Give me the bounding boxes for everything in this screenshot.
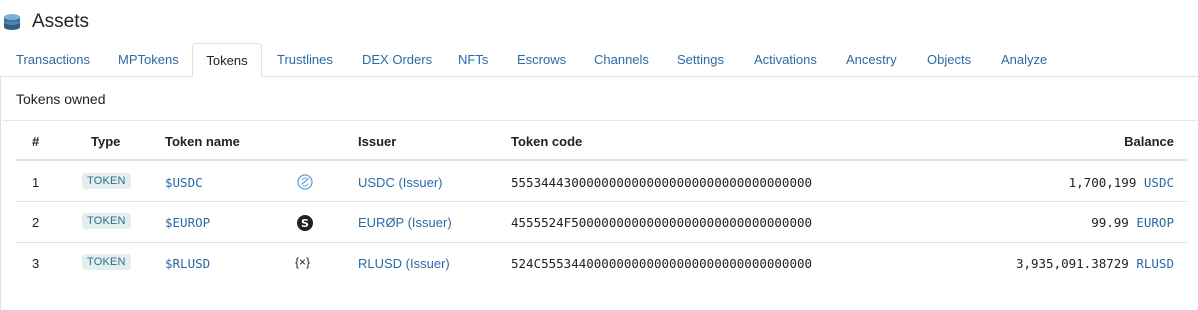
- page-header: Assets: [0, 8, 89, 36]
- row-index: 3: [32, 256, 40, 271]
- token-code: 5553444300000000000000000000000000000000: [511, 175, 813, 190]
- column-header-token-code: Token code: [511, 134, 583, 149]
- row-index: 2: [32, 215, 40, 230]
- row-index: 1: [32, 175, 40, 190]
- tab-activations[interactable]: Activations: [754, 43, 817, 77]
- tab-channels[interactable]: Channels: [594, 43, 649, 77]
- issuer-link[interactable]: RLUSD (Issuer): [358, 256, 450, 271]
- tab-dex-orders[interactable]: DEX Orders: [362, 43, 432, 77]
- balance-value: 99.99 EUROP: [1091, 215, 1174, 230]
- tab-ancestry[interactable]: Ancestry: [846, 43, 897, 77]
- balance-value: 1,700,199 USDC: [1069, 175, 1174, 190]
- column-header-balance: Balance: [1124, 134, 1174, 149]
- tab-settings[interactable]: Settings: [677, 43, 724, 77]
- usdc-logo-icon: [297, 174, 313, 190]
- balance-amount: 3,935,091.38729: [1015, 256, 1129, 271]
- tab-transactions[interactable]: Transactions: [16, 43, 90, 77]
- issuer-link[interactable]: EURØP (Issuer): [358, 215, 452, 230]
- token-name-link[interactable]: $USDC: [165, 175, 203, 190]
- tokens-panel: Tokens owned # Type Token name Issuer To…: [0, 76, 1198, 310]
- balance-amount: 1,700,199: [1068, 175, 1137, 190]
- rlusd-logo-icon: {×}: [295, 255, 311, 269]
- token-name-link[interactable]: $RLUSD: [165, 256, 210, 271]
- tab-bar: Transactions MPTokens Tokens Trustlines …: [0, 43, 1198, 77]
- tab-nfts[interactable]: NFTs: [458, 43, 488, 77]
- tab-analyze[interactable]: Analyze: [1001, 43, 1047, 77]
- column-header-token-name: Token name: [165, 134, 240, 149]
- svg-text:S: S: [301, 217, 309, 230]
- issuer-link[interactable]: USDC (Issuer): [358, 175, 443, 190]
- balance-amount: 99.99: [1091, 215, 1129, 230]
- panel-title: Tokens owned: [16, 91, 106, 107]
- balance-currency-link[interactable]: EUROP: [1136, 215, 1174, 230]
- europ-logo-icon: S: [297, 215, 313, 231]
- tab-escrows[interactable]: Escrows: [517, 43, 566, 77]
- type-badge: TOKEN: [82, 173, 131, 189]
- tab-trustlines[interactable]: Trustlines: [277, 43, 333, 77]
- type-badge: TOKEN: [82, 213, 131, 229]
- coin-stack-icon: [4, 14, 20, 30]
- tab-tokens[interactable]: Tokens: [192, 43, 262, 77]
- column-header-issuer: Issuer: [358, 134, 397, 149]
- type-badge: TOKEN: [82, 254, 131, 270]
- column-header-index: #: [32, 134, 40, 149]
- token-code: 4555524F50000000000000000000000000000000: [511, 215, 813, 230]
- token-code: 524C555344000000000000000000000000000000: [511, 256, 813, 271]
- balance-currency-link[interactable]: USDC: [1144, 175, 1174, 190]
- page-title: Assets: [32, 11, 90, 32]
- balance-value: 3,935,091.38729 RLUSD: [1016, 256, 1174, 271]
- column-header-type: Type: [91, 134, 121, 149]
- tab-mptokens[interactable]: MPTokens: [118, 43, 179, 77]
- tab-objects[interactable]: Objects: [927, 43, 971, 77]
- balance-currency-link[interactable]: RLUSD: [1136, 256, 1174, 271]
- token-name-link[interactable]: $EUROP: [165, 215, 210, 230]
